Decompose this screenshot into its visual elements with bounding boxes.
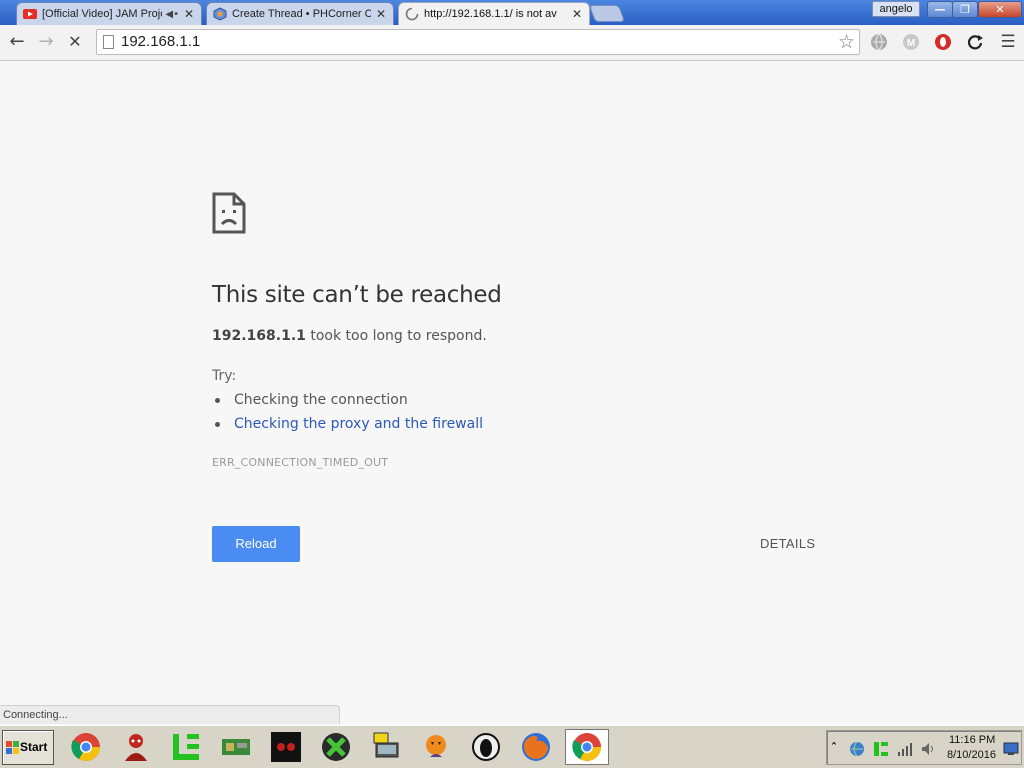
extension-opera-icon[interactable] [934, 33, 952, 51]
address-url[interactable]: 192.168.1.1 [121, 33, 200, 50]
suggestion-list: Checking the connection Checking the pro… [215, 392, 483, 440]
page-icon [103, 35, 114, 49]
minimize-button[interactable]: — [927, 1, 953, 18]
tab-title: http://192.168.1.1/ is not av [424, 8, 557, 20]
error-summary-text: took too long to respond. [305, 328, 487, 344]
error-code: ERR_CONNECTION_TIMED_OUT [212, 456, 389, 469]
tab-active-router[interactable]: http://192.168.1.1/ is not av ✕ [398, 2, 590, 25]
stop-icon[interactable]: ✕ [64, 31, 86, 53]
details-button[interactable]: DETAILS [760, 536, 815, 551]
back-arrow-icon[interactable]: ← [6, 31, 28, 53]
extension-m-icon[interactable]: M [902, 33, 920, 51]
tab-title: [Official Video] JAM Proje [42, 8, 163, 20]
hamburger-menu-icon[interactable]: ☰ [997, 31, 1019, 53]
svg-text:M: M [907, 38, 915, 49]
close-window-button[interactable]: ✕ [978, 1, 1022, 18]
window-titlebar: [Official Video] JAM Proje ◀• ✕ Create T… [0, 0, 1024, 25]
restore-button[interactable]: ❐ [952, 1, 978, 18]
try-label: Try: [212, 368, 237, 384]
green-le-tray-icon[interactable] [873, 741, 889, 757]
network-globe-icon[interactable] [849, 741, 865, 757]
clock-time[interactable]: 11:16 PM [949, 734, 995, 746]
address-bar[interactable]: 192.168.1.1 ☆ [96, 29, 860, 55]
error-summary: 192.168.1.1 took too long to respond. [212, 328, 487, 344]
error-heading: This site can’t be reached [212, 282, 502, 308]
chrome-active-icon [572, 733, 601, 761]
youtube-icon [23, 9, 37, 19]
green-le-icon[interactable] [170, 731, 202, 763]
signal-strength-icon[interactable] [897, 741, 913, 757]
network-card-icon[interactable] [220, 731, 252, 763]
new-tab-button[interactable] [588, 5, 626, 22]
show-hidden-icons-icon[interactable]: ˆ [831, 741, 847, 757]
tab-close-icon[interactable]: ✕ [571, 7, 583, 21]
browser-toolbar: ← → ✕ 192.168.1.1 ☆ M ☰ [0, 25, 1024, 61]
computer-terminal-icon[interactable] [370, 731, 402, 763]
chrome-icon[interactable] [70, 731, 102, 763]
sad-page-icon [212, 192, 246, 234]
suggestion-item: Checking the proxy and the firewall [215, 416, 483, 432]
profile-user-button[interactable]: angelo [872, 1, 920, 17]
reload-button[interactable]: Reload [212, 526, 300, 562]
tab-title: Create Thread • PHCorner C [232, 8, 371, 20]
error-host: 192.168.1.1 [212, 328, 306, 344]
extension-sync-icon[interactable] [966, 33, 984, 51]
green-cross-icon[interactable] [320, 731, 352, 763]
clock-date[interactable]: 8/10/2016 [947, 749, 996, 761]
speaker-icon[interactable]: ◀• [165, 9, 179, 20]
suggestion-proxy-firewall-link[interactable]: Checking the proxy and the firewall [234, 416, 483, 432]
volume-icon[interactable] [921, 741, 937, 757]
tab-close-icon[interactable]: ✕ [183, 7, 195, 21]
windows-logo-icon [6, 741, 19, 755]
suggestion-check-connection: Checking the connection [234, 392, 408, 408]
tab-phcorner[interactable]: Create Thread • PHCorner C ✕ [206, 2, 394, 25]
chrome-active-task[interactable] [565, 729, 609, 765]
start-button[interactable]: Start [2, 730, 54, 765]
tab-close-icon[interactable]: ✕ [375, 7, 387, 21]
anonymous-mask-icon[interactable] [470, 731, 502, 763]
system-tray: ˆ 11:16 PM 8/10/2016 [826, 730, 1022, 765]
status-bubble: Connecting... [0, 705, 340, 724]
error-page: This site can’t be reached 192.168.1.1 t… [0, 62, 1024, 705]
forward-arrow-icon[interactable]: → [35, 31, 57, 53]
extension-globe-icon[interactable] [870, 33, 888, 51]
windows-taskbar: Start ˆ 11:16 PM 8/10/2016 [0, 725, 1024, 768]
star-icon[interactable]: ☆ [838, 31, 855, 53]
firefox-icon[interactable] [520, 731, 552, 763]
phcorner-icon [213, 7, 227, 21]
suggestion-item: Checking the connection [215, 392, 483, 408]
start-label: Start [20, 740, 48, 754]
dark-logo-icon[interactable] [270, 731, 302, 763]
show-desktop-icon[interactable] [1003, 741, 1019, 757]
loading-spinner-icon [405, 7, 419, 21]
red-character-icon[interactable] [120, 731, 152, 763]
tab-youtube[interactable]: [Official Video] JAM Proje ◀• ✕ [16, 2, 202, 25]
pumpkin-character-icon[interactable] [420, 731, 452, 763]
